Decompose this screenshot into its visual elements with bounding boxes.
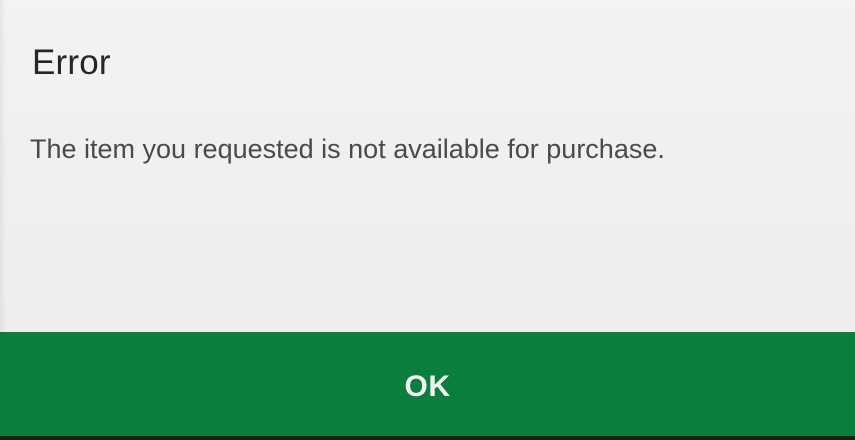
dialog-title: Error [32,43,111,82]
dialog-message: The item you requested is not available … [30,134,665,164]
screen-bezel [0,436,855,440]
error-dialog: Error The item you requested is not avai… [0,0,855,436]
ok-button-label: OK [404,370,451,403]
ok-button[interactable]: OK [0,332,855,436]
